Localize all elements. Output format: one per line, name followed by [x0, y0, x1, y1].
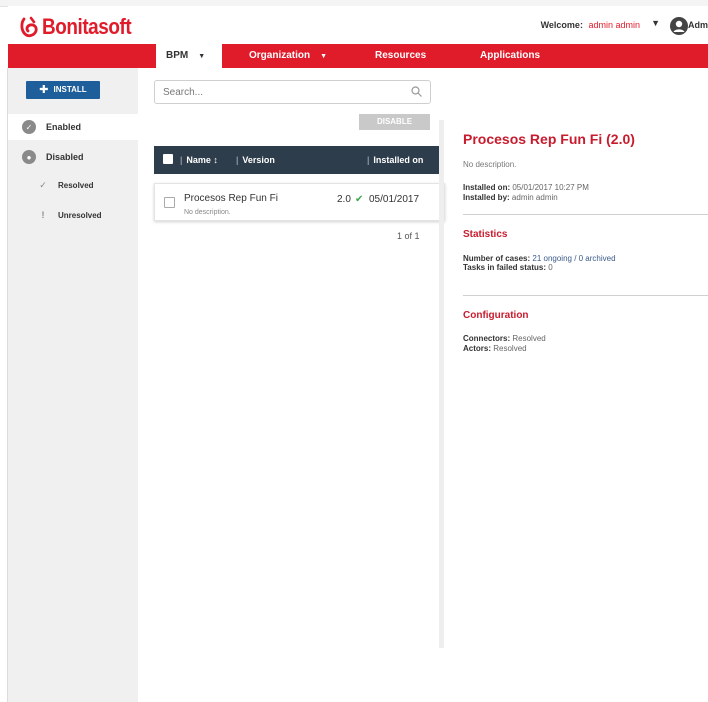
- logo-text: Bonitasoft: [42, 14, 132, 39]
- connectors-label: Connectors:: [463, 334, 511, 343]
- sidebar-item-label: Resolved: [58, 180, 94, 190]
- sidebar-item-label: Disabled: [46, 152, 84, 162]
- table-header: | Name ↕ | Version | Installed on: [154, 146, 443, 174]
- tab-applications-label: Applications: [480, 50, 541, 61]
- search-icon[interactable]: [411, 86, 422, 97]
- tab-applications[interactable]: Applications: [480, 44, 540, 68]
- detail-description: No description.: [463, 160, 517, 169]
- process-name: Procesos Rep Fun Fi: [184, 193, 278, 204]
- column-installed-label: Installed on: [373, 155, 424, 165]
- installed-on-value: 05/01/2017 10:27 PM: [512, 183, 589, 192]
- app-header: Bonitasoft Welcome: admin admin ▼ Adm: [8, 6, 708, 44]
- tab-organization-label: Organization: [249, 50, 311, 61]
- failed-value: 0: [548, 263, 553, 272]
- sidebar-item-enabled[interactable]: ✓ Enabled: [8, 114, 138, 140]
- installed-by-label: Installed by:: [463, 193, 510, 202]
- detail-connectors: Connectors: Resolved: [463, 334, 546, 343]
- connectors-value: Resolved: [512, 334, 546, 343]
- sidebar-item-disabled[interactable]: ● Disabled: [8, 144, 138, 170]
- sidebar: ✚ INSTALL ✓ Enabled ● Disabled ✓ Resolved…: [8, 68, 138, 702]
- sidebar-item-resolved[interactable]: ✓ Resolved: [8, 177, 138, 193]
- configuration-title: Configuration: [463, 310, 529, 321]
- panel-scrollbar[interactable]: [439, 120, 444, 648]
- detail-installed-by: Installed by: admin admin: [463, 193, 558, 202]
- pagination: 1 of 1: [397, 231, 420, 241]
- detail-title: Procesos Rep Fun Fi (2.0): [463, 131, 635, 147]
- chevron-down-icon: ▼: [320, 53, 328, 60]
- bonitasoft-logo[interactable]: Bonitasoft: [20, 14, 146, 40]
- column-installed-header[interactable]: | Installed on: [367, 146, 423, 174]
- sidebar-item-label: Enabled: [46, 122, 82, 132]
- process-version: 2.0: [337, 194, 351, 205]
- row-checkbox[interactable]: [164, 197, 175, 208]
- column-name-label: Name: [186, 155, 211, 165]
- welcome-label: Welcome:: [540, 20, 583, 30]
- process-installed-on: 05/01/2017: [369, 194, 420, 205]
- sidebar-item-label: Unresolved: [58, 210, 102, 220]
- table-row[interactable]: Procesos Rep Fun Fi No description. 2.0 …: [154, 183, 445, 221]
- tab-resources-label: Resources: [375, 50, 427, 61]
- tab-organization[interactable]: Organization ▼: [249, 44, 327, 68]
- failed-label: Tasks in failed status:: [463, 263, 546, 272]
- actors-value: Resolved: [493, 344, 527, 353]
- cases-value: 21 ongoing / 0 archived: [532, 254, 616, 263]
- exclamation-icon: !: [41, 210, 45, 220]
- user-avatar-icon[interactable]: [670, 17, 688, 35]
- detail-installed-on: Installed on: 05/01/2017 10:27 PM: [463, 183, 589, 192]
- sidebar-item-unresolved[interactable]: ! Unresolved: [8, 207, 138, 223]
- detail-cases: Number of cases: 21 ongoing / 0 archived: [463, 254, 616, 263]
- resolved-check-icon: ✔: [355, 194, 364, 205]
- check-circle-icon: ✓: [22, 120, 36, 134]
- user-name[interactable]: admin admin: [588, 20, 640, 30]
- column-version-label: Version: [242, 155, 275, 165]
- column-name-header[interactable]: | Name ↕: [180, 146, 218, 174]
- check-icon: ✓: [39, 179, 47, 190]
- search-box: [154, 80, 431, 104]
- bonita-logo-icon: [20, 16, 38, 38]
- tab-bpm[interactable]: BPM ▼: [156, 44, 222, 68]
- main-navbar: BPM ▼ Organization ▼ Resources Application…: [8, 44, 708, 68]
- sort-icon: ↕: [213, 155, 218, 165]
- cases-label: Number of cases:: [463, 254, 531, 263]
- detail-failed-tasks: Tasks in failed status: 0: [463, 263, 553, 272]
- column-version-header[interactable]: | Version: [236, 146, 275, 174]
- install-button[interactable]: ✚ INSTALL: [26, 81, 100, 99]
- welcome-text: Welcome: admin admin: [541, 20, 640, 30]
- select-all-checkbox[interactable]: [163, 154, 173, 164]
- plus-icon: ✚: [39, 84, 49, 96]
- tab-bpm-label: BPM: [166, 50, 189, 61]
- divider: [463, 214, 708, 215]
- divider: [463, 295, 708, 296]
- tab-resources[interactable]: Resources: [375, 44, 426, 68]
- search-input[interactable]: [163, 85, 403, 99]
- install-label: INSTALL: [53, 85, 87, 94]
- detail-actors: Actors: Resolved: [463, 344, 527, 353]
- process-description: No description.: [184, 209, 231, 216]
- disable-button[interactable]: DISABLE: [359, 114, 430, 130]
- actors-label: Actors:: [463, 344, 492, 353]
- installed-by-value: admin admin: [511, 193, 558, 202]
- profile-label[interactable]: Adm: [688, 20, 708, 30]
- installed-on-label: Installed on:: [463, 183, 511, 192]
- chevron-down-icon: ▼: [198, 53, 206, 60]
- statistics-title: Statistics: [463, 229, 508, 240]
- user-menu-caret-icon[interactable]: ▼: [651, 18, 660, 28]
- disabled-circle-icon: ●: [22, 150, 36, 164]
